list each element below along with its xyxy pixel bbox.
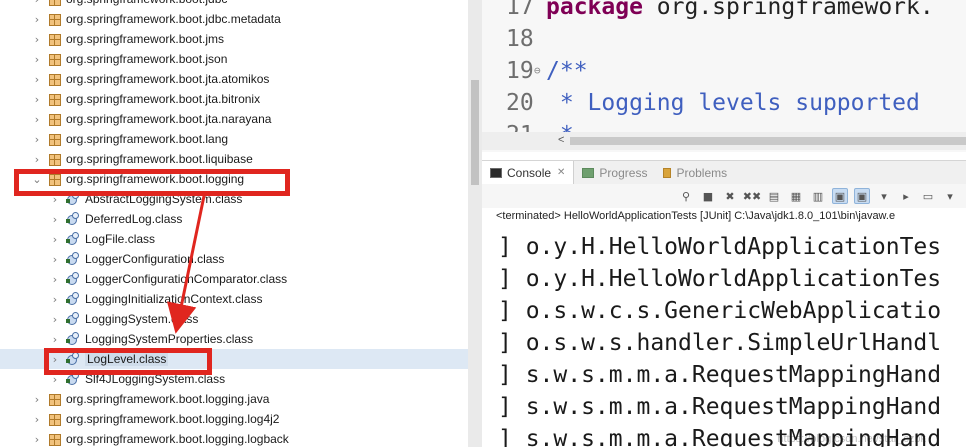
annotation-arrow xyxy=(166,195,206,334)
